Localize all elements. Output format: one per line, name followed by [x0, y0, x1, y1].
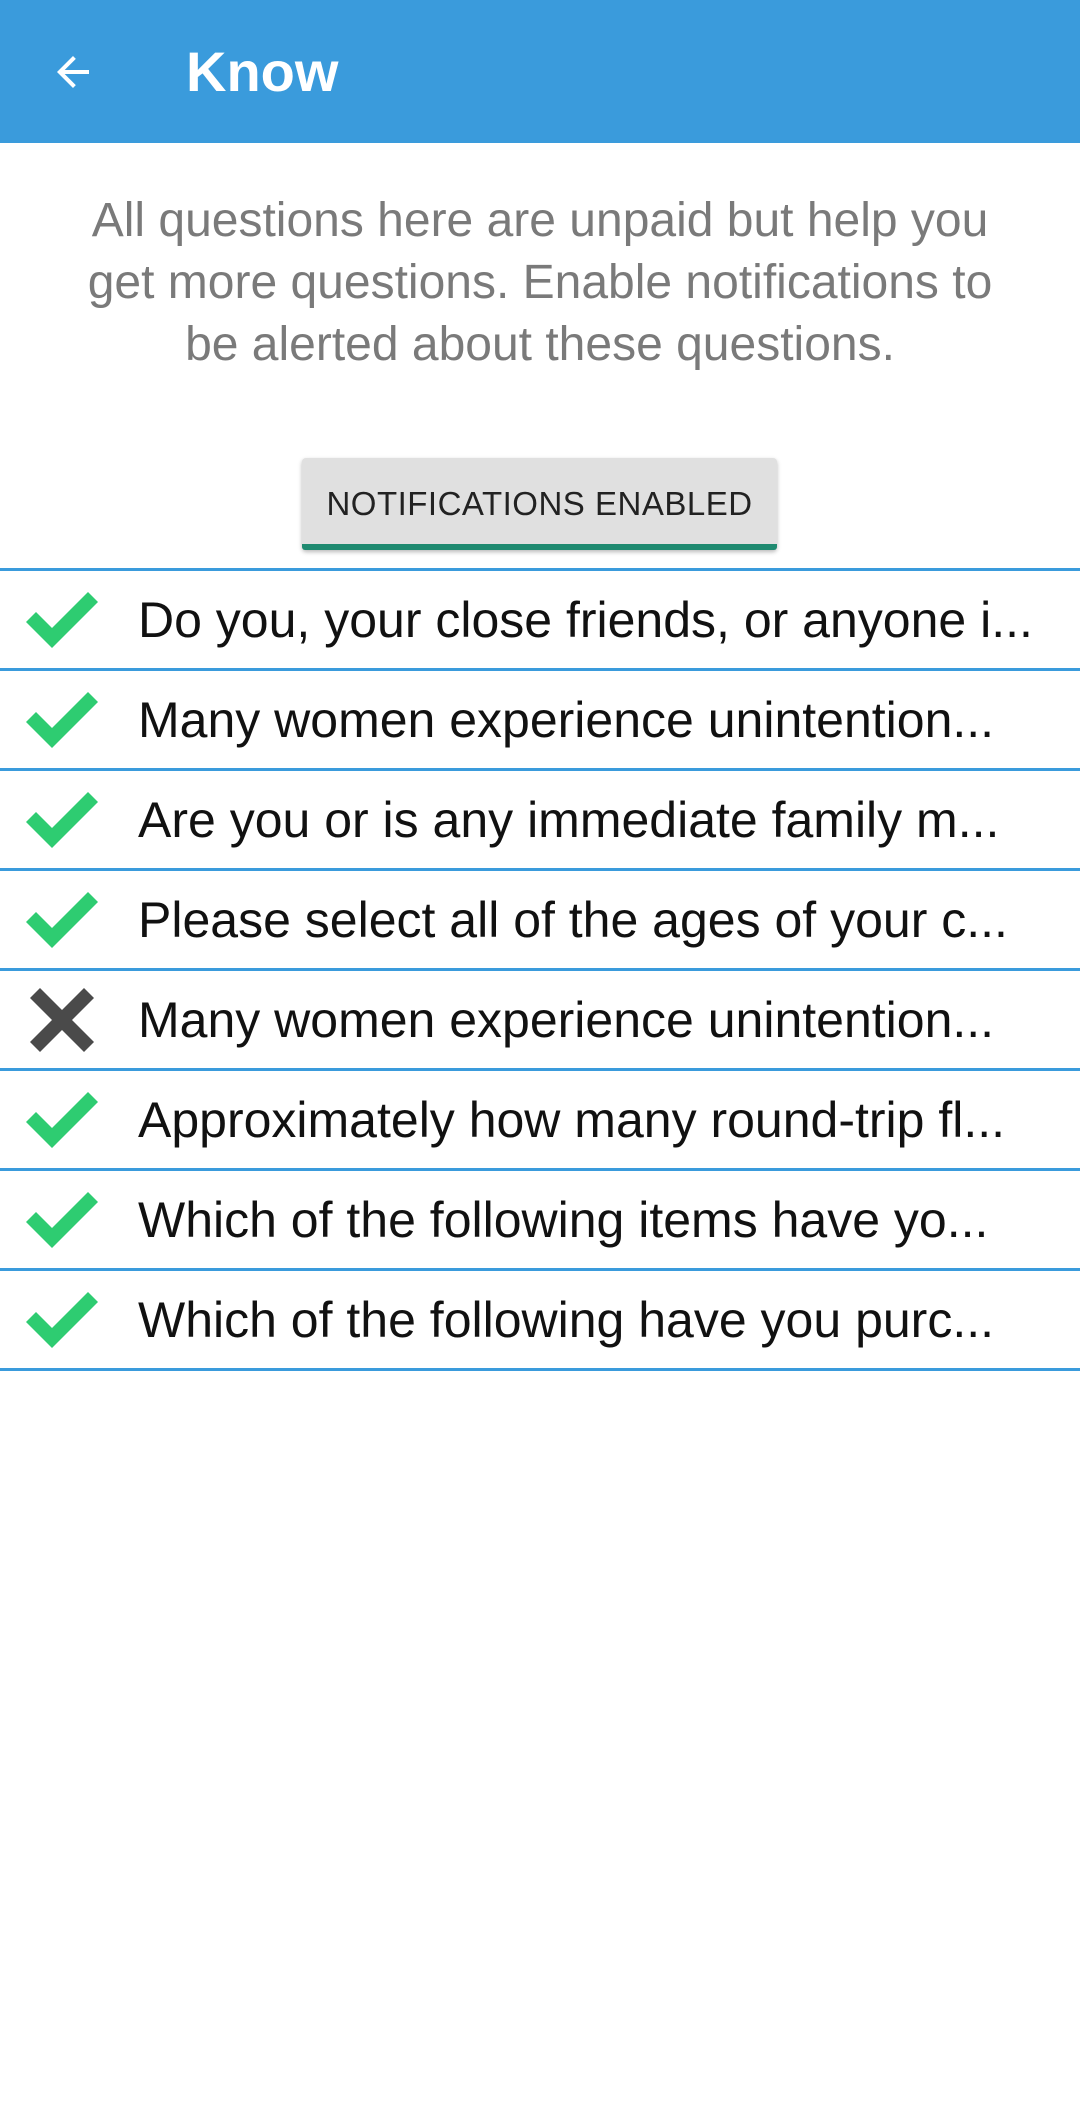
question-row[interactable]: Are you or is any immediate family m...	[0, 771, 1080, 871]
question-row[interactable]: Do you, your close friends, or anyone i.…	[0, 571, 1080, 671]
question-row[interactable]: Which of the following items have yo...	[0, 1171, 1080, 1271]
check-icon	[22, 685, 102, 755]
check-icon	[22, 1285, 102, 1355]
notifications-button-label: NOTIFICATIONS ENABLED	[326, 485, 753, 522]
back-button[interactable]	[38, 37, 108, 107]
intro-text: All questions here are unpaid but help y…	[87, 194, 993, 371]
question-text: Many women experience unintention...	[138, 691, 995, 748]
notifications-enabled-button[interactable]: NOTIFICATIONS ENABLED	[302, 458, 777, 550]
app-bar: Know	[0, 0, 1080, 143]
check-icon	[22, 885, 102, 955]
question-text: Many women experience unintention...	[138, 991, 995, 1048]
button-accent-underline	[302, 544, 777, 550]
question-row[interactable]: Many women experience unintention...	[0, 971, 1080, 1071]
arrow-left-icon	[57, 55, 89, 88]
check-icon	[22, 1185, 102, 1255]
page-title: Know	[186, 40, 339, 103]
question-text: Do you, your close friends, or anyone i.…	[138, 591, 1033, 648]
question-text: Approximately how many round-trip fl...	[138, 1091, 1006, 1148]
check-icon	[22, 785, 102, 855]
check-icon	[22, 585, 102, 655]
question-text: Which of the following have you purc...	[138, 1291, 995, 1348]
question-list: Do you, your close friends, or anyone i.…	[0, 568, 1080, 1371]
question-text: Please select all of the ages of your c.…	[138, 891, 1008, 948]
question-text: Are you or is any immediate family m...	[138, 791, 1000, 848]
question-row[interactable]: Which of the following have you purc...	[0, 1271, 1080, 1371]
question-row[interactable]: Many women experience unintention...	[0, 671, 1080, 771]
question-row[interactable]: Please select all of the ages of your c.…	[0, 871, 1080, 971]
question-row[interactable]: Approximately how many round-trip fl...	[0, 1071, 1080, 1171]
cross-icon	[22, 985, 102, 1055]
question-text: Which of the following items have yo...	[138, 1191, 989, 1248]
check-icon	[22, 1085, 102, 1155]
